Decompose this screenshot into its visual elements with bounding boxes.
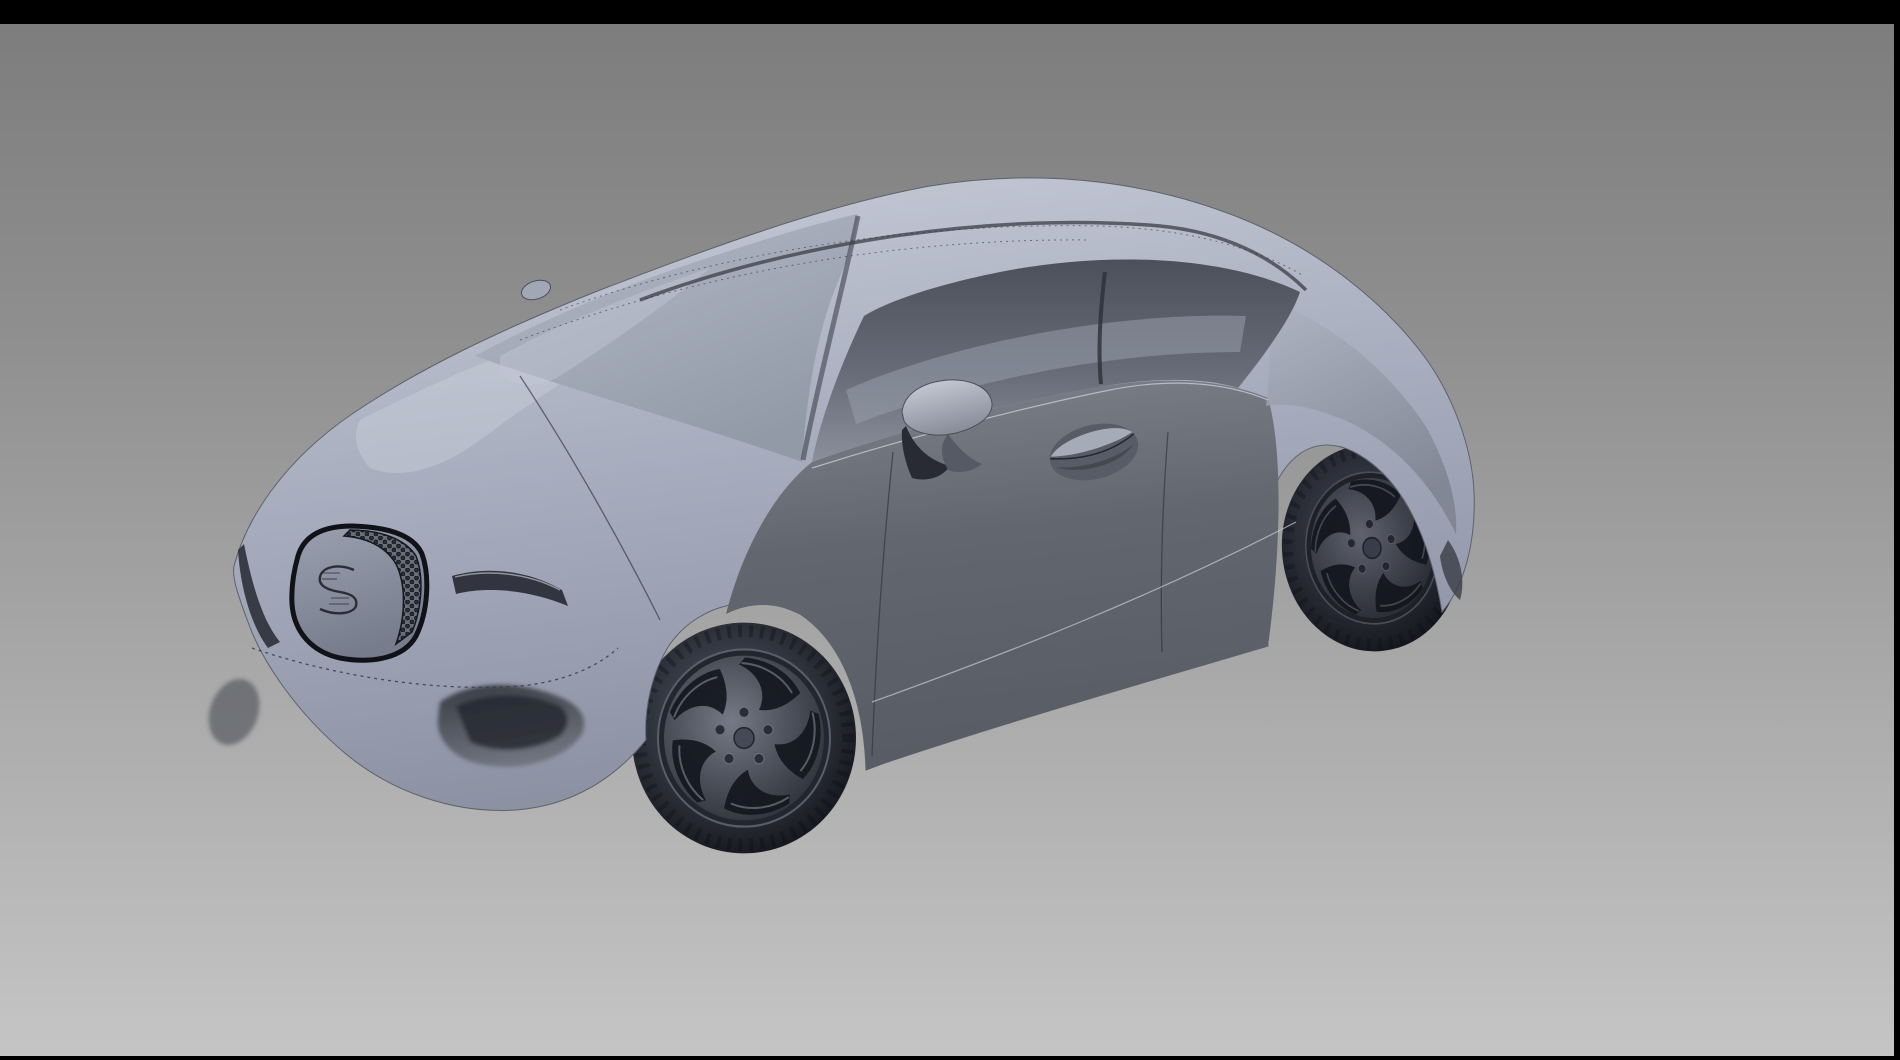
cowl-antenna-dome <box>519 277 553 303</box>
car-render <box>0 0 1900 1060</box>
app-window <box>0 0 1900 1060</box>
front-hub <box>734 728 754 749</box>
bumper-corner-shadow <box>200 672 268 752</box>
letterbox-top-bar <box>0 0 1900 24</box>
car-model[interactable] <box>200 178 1474 853</box>
front-wheel <box>632 623 856 854</box>
letterbox-right-bar <box>1894 0 1900 1060</box>
letterbox-bottom-bar <box>0 1056 1900 1060</box>
